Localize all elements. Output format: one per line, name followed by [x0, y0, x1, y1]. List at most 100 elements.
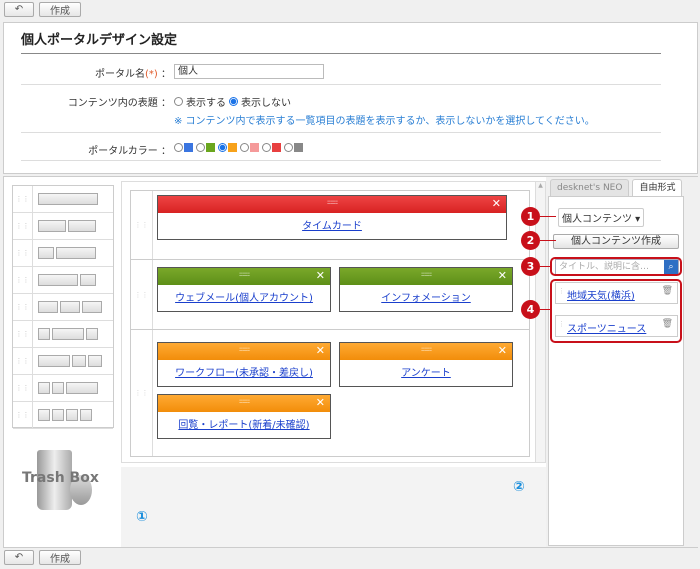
- back-button[interactable]: ↶: [4, 2, 34, 17]
- content-type-select[interactable]: 個人コンテンツ ▾: [558, 208, 645, 227]
- layout-template[interactable]: ⋮⋮: [13, 186, 113, 213]
- drag-handle-icon[interactable]: ::::::::::: [421, 271, 432, 278]
- layout-template[interactable]: ⋮⋮: [13, 267, 113, 294]
- portlet-link[interactable]: タイムカード: [302, 221, 362, 232]
- trash-box[interactable]: Trash Box: [22, 445, 112, 525]
- portlet-header[interactable]: :::::::::: ✕: [158, 395, 330, 412]
- portlet-link[interactable]: 回覧・レポート(新着/未確認): [178, 420, 309, 431]
- header-display-row: コンテンツ内の表題 ： 表示する 表示しない ※ コンテンツ内で表示する一覧項目…: [21, 85, 661, 133]
- header-display-label: コンテンツ内の表題 ：: [67, 98, 171, 109]
- drag-handle-icon: ⋮⋮: [13, 294, 33, 320]
- color-radio[interactable]: [240, 143, 249, 152]
- layout-block: [66, 409, 78, 421]
- portlet-header[interactable]: :::::::::: ✕: [340, 343, 512, 360]
- callout-box-3: [550, 257, 682, 276]
- portlet-header[interactable]: :::::::::: ✕: [158, 343, 330, 360]
- color-swatch: [272, 143, 281, 152]
- drag-handle-icon: ⋮⋮: [13, 213, 33, 239]
- header-display-note: ※ コンテンツ内で表示する一覧項目の表題を表示するか、表示しないかを選択してくだ…: [174, 116, 595, 127]
- drag-handle-icon[interactable]: ::::::::::: [239, 271, 250, 278]
- step2-badge: ②: [513, 479, 525, 495]
- drag-handle-icon[interactable]: ::::::::::: [327, 199, 338, 206]
- portal-name-label: ポータル名(*) ：: [95, 69, 171, 80]
- color-radio[interactable]: [218, 143, 227, 152]
- create-button[interactable]: 作成: [39, 550, 81, 565]
- portlet-header[interactable]: :::::::::: ✕: [158, 268, 330, 285]
- back-button[interactable]: ↶: [4, 550, 34, 565]
- layout-template[interactable]: ⋮⋮: [13, 348, 113, 375]
- close-icon[interactable]: ✕: [316, 344, 325, 357]
- drag-handle-icon[interactable]: ::::::::::: [239, 346, 250, 353]
- portlet-link[interactable]: インフォメーション: [381, 293, 471, 304]
- layout-block: [38, 409, 50, 421]
- color-radio[interactable]: [174, 143, 183, 152]
- layout-block: [56, 247, 96, 259]
- drag-handle-icon[interactable]: ::::::::::: [421, 346, 432, 353]
- layout-block: [82, 301, 102, 313]
- layout-block: [86, 328, 98, 340]
- layout-template[interactable]: ⋮⋮: [13, 294, 113, 321]
- color-options: [174, 143, 305, 152]
- layout-template[interactable]: ⋮⋮: [13, 375, 113, 402]
- layout-block: [38, 355, 70, 367]
- layout-block: [38, 301, 58, 313]
- row-drag-handle[interactable]: ⋮⋮: [131, 330, 153, 456]
- portal-color-row: ポータルカラー ：: [21, 133, 661, 161]
- drag-handle-icon[interactable]: ::::::::::: [239, 398, 250, 405]
- step1-badge: ①: [136, 509, 148, 525]
- close-icon[interactable]: ✕: [492, 197, 501, 210]
- layout-block: [68, 220, 96, 232]
- callout-4: 4: [521, 300, 540, 319]
- radio-hide[interactable]: [229, 97, 238, 106]
- row-drag-handle[interactable]: ⋮⋮: [131, 191, 153, 259]
- close-icon[interactable]: ✕: [316, 269, 325, 282]
- layout-block: [88, 355, 102, 367]
- usage-guide-image: ① ②: [121, 467, 546, 547]
- layout-template[interactable]: ⋮⋮: [13, 402, 113, 429]
- portlet[interactable]: :::::::::: ✕アンケート: [339, 342, 513, 387]
- layout-block: [38, 274, 78, 286]
- portlet-header[interactable]: :::::::::: ✕: [340, 268, 512, 285]
- color-radio[interactable]: [262, 143, 271, 152]
- layout-templates: ⋮⋮ ⋮⋮ ⋮⋮ ⋮⋮ ⋮⋮ ⋮⋮ ⋮⋮ ⋮⋮ ⋮⋮: [12, 185, 114, 429]
- tab-desknets-neo[interactable]: desknet's NEO: [550, 179, 630, 196]
- portal-name-input[interactable]: 個人: [174, 64, 324, 79]
- portlet-link[interactable]: アンケート: [401, 368, 451, 379]
- portlet-link[interactable]: ウェブメール(個人アカウント): [175, 293, 313, 304]
- close-icon[interactable]: ✕: [498, 344, 507, 357]
- layout-template[interactable]: ⋮⋮: [13, 321, 113, 348]
- row-drag-handle[interactable]: ⋮⋮: [131, 260, 153, 329]
- color-radio[interactable]: [196, 143, 205, 152]
- create-button[interactable]: 作成: [39, 2, 81, 17]
- layout-block: [52, 382, 64, 394]
- layout-block: [72, 355, 86, 367]
- color-swatch: [206, 143, 215, 152]
- radio-show[interactable]: [174, 97, 183, 106]
- portlet-header[interactable]: :::::::::: ✕: [158, 196, 506, 213]
- portal-color-label: ポータルカラー ：: [88, 146, 171, 157]
- layout-block: [38, 328, 50, 340]
- back-icon: ↶: [14, 4, 24, 15]
- tab-free-form[interactable]: 自由形式: [632, 179, 683, 196]
- layout-block: [38, 193, 98, 205]
- create-personal-content-button[interactable]: 個人コンテンツ作成: [553, 234, 679, 249]
- portlet[interactable]: :::::::::: ✕ ワークフロー(未承認・差戻し): [157, 342, 331, 387]
- layout-scrollbar[interactable]: ▲: [535, 182, 545, 462]
- layout-block: [80, 409, 92, 421]
- settings-panel: 個人ポータルデザイン設定 ポータル名(*) ： 個人 コンテンツ内の表題 ： 表…: [3, 22, 698, 174]
- color-radio[interactable]: [284, 143, 293, 152]
- drag-handle-icon: ⋮⋮: [13, 348, 33, 374]
- portlet-link[interactable]: ワークフロー(未承認・差戻し): [175, 368, 313, 379]
- portlet[interactable]: :::::::::: ✕ ウェブメール(個人アカウント): [157, 267, 331, 312]
- layout-template[interactable]: ⋮⋮: [13, 240, 113, 267]
- close-icon[interactable]: ✕: [316, 396, 325, 409]
- portlet[interactable]: :::::::::: ✕回覧・レポート(新着/未確認): [157, 394, 331, 439]
- drag-handle-icon: ⋮⋮: [13, 375, 33, 401]
- drag-handle-icon: ⋮⋮: [13, 240, 33, 266]
- close-icon[interactable]: ✕: [498, 269, 507, 282]
- drag-handle-icon: ⋮⋮: [13, 186, 33, 212]
- layout-template[interactable]: ⋮⋮: [13, 213, 113, 240]
- portlet[interactable]: :::::::::: ✕インフォメーション: [339, 267, 513, 312]
- color-swatch: [294, 143, 303, 152]
- portlet[interactable]: :::::::::: ✕タイムカード: [157, 195, 507, 240]
